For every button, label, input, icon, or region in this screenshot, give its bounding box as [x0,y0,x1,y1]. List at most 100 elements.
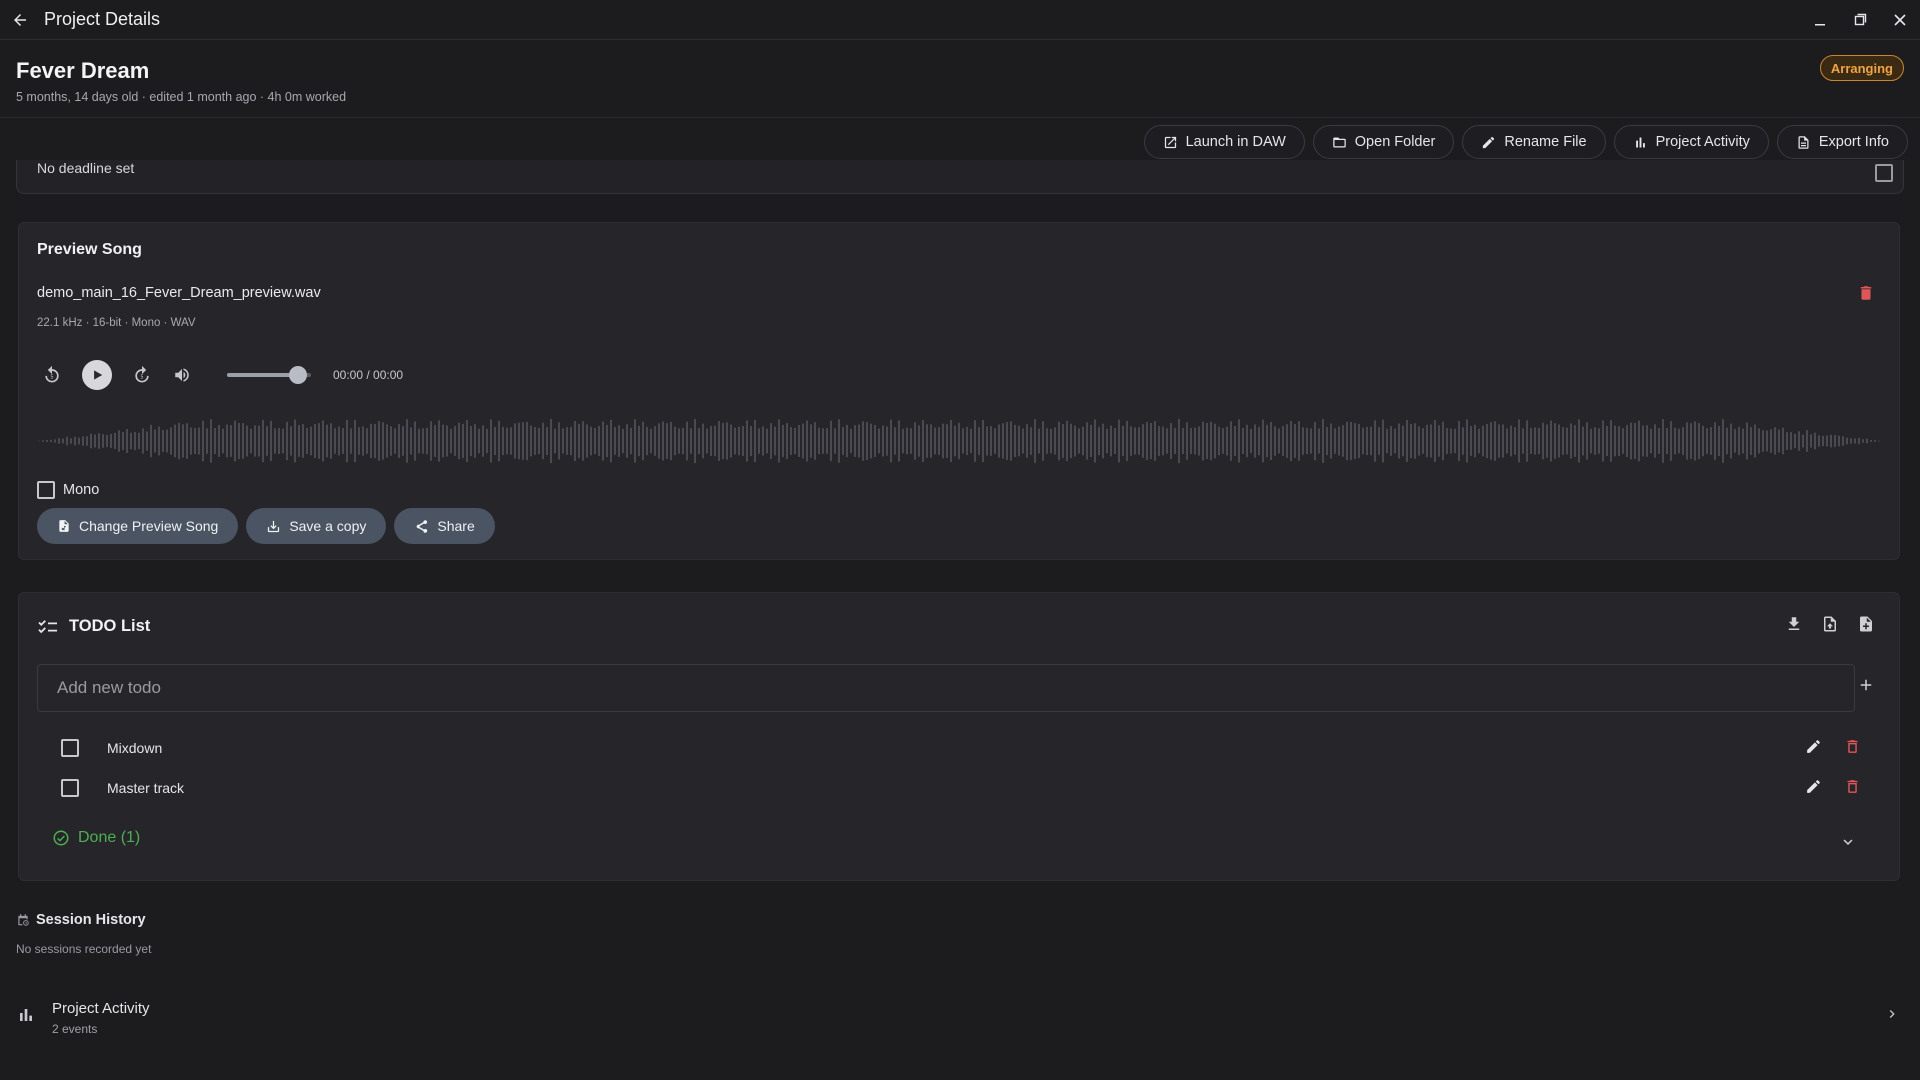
share-label: Share [437,518,475,534]
project-name: Fever Dream [16,58,150,83]
file-upload-icon [1824,616,1836,632]
trash-icon [1860,286,1872,300]
document-icon [1798,135,1809,149]
volume-icon [175,368,189,382]
bar-chart-icon [20,1009,32,1021]
volume-slider[interactable] [227,365,311,385]
close-icon [1894,14,1906,26]
waveform[interactable] [37,413,1883,469]
maximize-icon [1854,13,1867,26]
deadline-text: No deadline set [37,160,135,176]
delete-preview-button[interactable] [1857,283,1875,303]
preview-title: Preview Song [37,241,142,258]
delete-todo-button[interactable] [1844,778,1861,795]
check-circle-icon [53,830,69,846]
playback-time: 00:00 / 00:00 [333,368,404,382]
delete-todo-button[interactable] [1844,738,1861,755]
minimize-icon [1815,24,1825,26]
pencil-icon [1483,136,1495,148]
import-todos-button[interactable] [1821,615,1839,633]
audio-player: 5 5 00:00 / 00:00 [37,353,403,397]
audio-file-icon [59,520,69,532]
download-todos-button[interactable] [1785,615,1803,633]
session-title: Session History [36,912,146,928]
preview-file-name: demo_main_16_Fever_Dream_preview.wav [37,285,321,301]
share-button[interactable]: Share [394,508,495,544]
play-button[interactable] [82,360,112,390]
todo-item: Master track [61,770,1881,806]
minimize-button[interactable] [1800,0,1840,40]
volume-slider-thumb[interactable] [289,366,308,384]
export-info-button[interactable]: Export Info [1776,125,1908,159]
add-todo-button[interactable] [1857,676,1875,694]
activity-label: Project Activity [1655,134,1750,150]
arrow-left-icon [14,13,26,26]
svg-text:5: 5 [140,374,143,380]
session-history: Session History No sessions recorded yet [16,912,151,956]
pencil-icon [1807,740,1820,753]
download-icon [268,520,280,532]
todo-item: Mixdown [61,730,1881,766]
project-activity-button[interactable]: Project Activity [1613,125,1769,159]
open-folder-button[interactable]: Open Folder [1312,125,1455,159]
change-preview-song-button[interactable]: Change Preview Song [37,508,239,544]
session-empty: No sessions recorded yet [16,942,152,956]
external-link-icon [1164,136,1176,148]
volume-button[interactable] [167,360,197,390]
todo-label: Master track [107,780,185,796]
todo-checkbox[interactable] [61,779,79,797]
project-header: Fever Dream 5 months, 14 days old · edit… [0,40,1920,118]
done-section-toggle[interactable]: Done (1) [52,829,140,847]
status-badge[interactable]: Arranging [1819,55,1904,81]
chevron-right-icon [1889,1010,1895,1018]
share-icon [417,519,428,533]
back-button[interactable] [0,0,40,40]
download-icon [1788,617,1800,630]
export-todos-button[interactable] [1857,615,1875,633]
bar-chart-icon [1635,137,1645,147]
pencil-icon [1807,780,1820,793]
replay-icon: 5 [45,365,59,383]
checklist-icon [38,619,57,633]
activity-title: Project Activity [52,1000,150,1017]
forward-button[interactable]: 5 [127,360,157,390]
preview-file-info: 22.1 kHz · 16-bit · Mono · WAV [37,317,196,329]
play-icon [94,370,103,380]
maximize-button[interactable] [1840,0,1880,40]
rename-file-button[interactable]: Rename File [1462,125,1606,159]
project-activity-row[interactable]: Project Activity 2 events [0,992,1920,1040]
launch-in-daw-button[interactable]: Launch in DAW [1143,125,1305,159]
project-toolbar: Launch in DAW Open Folder Rename File Pr… [1143,125,1908,159]
preview-song-card: Preview Song demo_main_16_Fever_Dream_pr… [18,222,1900,560]
trash-icon [1847,740,1858,753]
mono-checkbox[interactable] [37,481,55,499]
save-copy-button[interactable]: Save a copy [246,508,387,544]
calendar-clock-icon [18,914,29,926]
add-todo-input[interactable] [37,664,1855,712]
save-copy-label: Save a copy [289,518,367,534]
title-bar: Project Details [0,0,1920,40]
open-folder-label: Open Folder [1354,134,1436,150]
todo-title: TODO List [69,617,151,635]
chevron-down-icon [1843,839,1853,845]
launch-label: Launch in DAW [1185,134,1286,150]
folder-icon [1333,137,1346,147]
edit-todo-button[interactable] [1805,778,1822,795]
edit-todo-button[interactable] [1805,738,1822,755]
done-label: Done (1) [78,829,141,846]
file-add-icon [1860,616,1872,632]
todo-checkbox[interactable] [61,739,79,757]
todo-card: TODO List Mixdown Master track [18,592,1900,881]
forward-icon: 5 [135,365,149,383]
deadline-checkbox[interactable] [1875,164,1893,182]
expand-done-button[interactable] [1839,833,1857,851]
close-button[interactable] [1880,0,1920,40]
todo-label: Mixdown [107,740,163,756]
export-label: Export Info [1818,134,1889,150]
svg-text:5: 5 [50,374,53,380]
mono-label: Mono [63,482,100,498]
plus-icon [1860,679,1872,691]
rewind-button[interactable]: 5 [37,360,67,390]
trash-icon [1847,780,1858,793]
activity-count: 2 events [52,1022,98,1036]
